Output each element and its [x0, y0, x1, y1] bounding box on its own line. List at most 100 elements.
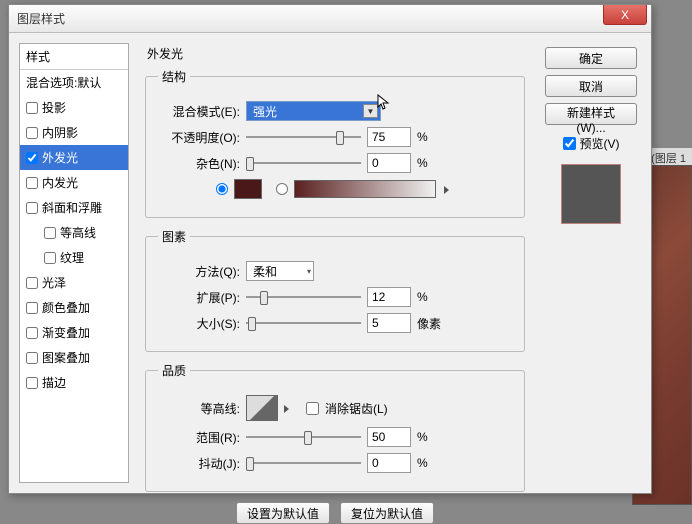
blend-mode-value: 强光 [253, 103, 277, 120]
technique-label: 方法(Q): [158, 263, 240, 280]
spread-input[interactable] [367, 287, 411, 307]
titlebar[interactable]: 图层样式 X [9, 5, 651, 33]
quality-group: 品质 等高线: 消除锯齿(L) 范围(R): % 抖动(J): [145, 362, 525, 492]
close-icon: X [621, 8, 629, 22]
style-item-8[interactable]: 颜色叠加 [20, 295, 128, 320]
blend-options-item[interactable]: 混合选项:默认 [20, 70, 128, 95]
jitter-input[interactable] [367, 453, 411, 473]
structure-legend: 结构 [158, 68, 190, 85]
style-checkbox[interactable] [26, 327, 38, 339]
style-item-10[interactable]: 图案叠加 [20, 345, 128, 370]
style-item-label: 渐变叠加 [42, 324, 90, 341]
chevron-down-icon: ▼ [363, 104, 378, 118]
antialias-label: 消除锯齿(L) [325, 400, 388, 417]
style-item-3[interactable]: 内发光 [20, 170, 128, 195]
styles-header: 样式 [20, 44, 128, 70]
style-checkbox[interactable] [26, 277, 38, 289]
style-item-9[interactable]: 渐变叠加 [20, 320, 128, 345]
elements-group: 图素 方法(Q): 柔和 ▾ 扩展(P): % 大小(S): [145, 228, 525, 352]
technique-value: 柔和 [253, 263, 277, 280]
opacity-unit: % [417, 130, 428, 144]
style-item-label: 投影 [42, 99, 66, 116]
style-item-5[interactable]: 等高线 [20, 220, 128, 245]
spread-label: 扩展(P): [158, 289, 240, 306]
solid-color-radio[interactable] [216, 183, 228, 195]
style-item-label: 光泽 [42, 274, 66, 291]
styles-list-panel: 样式 混合选项:默认 投影内阴影外发光内发光斜面和浮雕等高线纹理光泽颜色叠加渐变… [19, 43, 129, 483]
noise-label: 杂色(N): [158, 155, 240, 172]
style-item-label: 外发光 [42, 149, 78, 166]
preview-thumbnail [561, 164, 621, 224]
gradient-picker[interactable] [294, 180, 436, 198]
style-item-label: 描边 [42, 374, 66, 391]
opacity-slider[interactable] [246, 129, 361, 145]
noise-input[interactable] [367, 153, 411, 173]
size-label: 大小(S): [158, 315, 240, 332]
chevron-down-icon: ▾ [307, 267, 311, 276]
size-input[interactable] [367, 313, 411, 333]
style-item-2[interactable]: 外发光 [20, 145, 128, 170]
spread-unit: % [417, 290, 428, 304]
style-item-label: 等高线 [60, 224, 96, 241]
make-default-button[interactable]: 设置为默认值 [236, 502, 330, 524]
style-checkbox[interactable] [44, 227, 56, 239]
noise-slider[interactable] [246, 155, 361, 171]
jitter-unit: % [417, 456, 428, 470]
contour-label: 等高线: [158, 400, 240, 417]
style-checkbox[interactable] [26, 202, 38, 214]
style-checkbox[interactable] [44, 252, 56, 264]
technique-dropdown[interactable]: 柔和 ▾ [246, 261, 314, 281]
range-unit: % [417, 430, 428, 444]
style-item-label: 纹理 [60, 249, 84, 266]
style-item-1[interactable]: 内阴影 [20, 120, 128, 145]
style-checkbox[interactable] [26, 127, 38, 139]
antialias-checkbox[interactable] [306, 402, 319, 415]
style-checkbox[interactable] [26, 152, 38, 164]
style-item-6[interactable]: 纹理 [20, 245, 128, 270]
reset-default-button[interactable]: 复位为默认值 [340, 502, 434, 524]
glow-color-swatch[interactable] [234, 179, 262, 199]
style-item-4[interactable]: 斜面和浮雕 [20, 195, 128, 220]
dialog-title: 图层样式 [17, 10, 65, 27]
style-checkbox[interactable] [26, 352, 38, 364]
options-panel: 外发光 结构 混合模式(E): 强光 ▼ 不透明度(O): % [137, 43, 533, 483]
spread-slider[interactable] [246, 289, 361, 305]
style-item-label: 内阴影 [42, 124, 78, 141]
elements-legend: 图素 [158, 228, 190, 245]
ok-button[interactable]: 确定 [545, 47, 637, 69]
gradient-radio[interactable] [276, 183, 288, 195]
style-checkbox[interactable] [26, 177, 38, 189]
layer-style-dialog: 图层样式 X 样式 混合选项:默认 投影内阴影外发光内发光斜面和浮雕等高线纹理光… [8, 4, 652, 494]
cancel-button[interactable]: 取消 [545, 75, 637, 97]
blend-mode-label: 混合模式(E): [158, 103, 240, 120]
size-slider[interactable] [246, 315, 361, 331]
range-slider[interactable] [246, 429, 361, 445]
style-item-11[interactable]: 描边 [20, 370, 128, 395]
style-checkbox[interactable] [26, 102, 38, 114]
preview-label: 预览(V) [580, 135, 620, 152]
blend-mode-dropdown[interactable]: 强光 ▼ [246, 101, 381, 121]
range-input[interactable] [367, 427, 411, 447]
preview-checkbox[interactable] [563, 137, 576, 150]
opacity-input[interactable] [367, 127, 411, 147]
range-label: 范围(R): [158, 429, 240, 446]
quality-legend: 品质 [158, 362, 190, 379]
style-item-0[interactable]: 投影 [20, 95, 128, 120]
contour-picker[interactable] [246, 395, 278, 421]
style-item-label: 颜色叠加 [42, 299, 90, 316]
noise-unit: % [417, 156, 428, 170]
style-checkbox[interactable] [26, 377, 38, 389]
size-unit: 像素 [417, 315, 441, 332]
style-checkbox[interactable] [26, 302, 38, 314]
section-title: 外发光 [147, 45, 525, 62]
close-button[interactable]: X [603, 5, 647, 25]
structure-group: 结构 混合模式(E): 强光 ▼ 不透明度(O): % 杂色(N): [145, 68, 525, 218]
style-item-7[interactable]: 光泽 [20, 270, 128, 295]
jitter-slider[interactable] [246, 455, 361, 471]
style-item-label: 斜面和浮雕 [42, 199, 102, 216]
style-item-label: 图案叠加 [42, 349, 90, 366]
opacity-label: 不透明度(O): [158, 129, 240, 146]
new-style-button[interactable]: 新建样式(W)... [545, 103, 637, 125]
right-panel: 确定 取消 新建样式(W)... 预览(V) [541, 43, 641, 483]
style-item-label: 内发光 [42, 174, 78, 191]
